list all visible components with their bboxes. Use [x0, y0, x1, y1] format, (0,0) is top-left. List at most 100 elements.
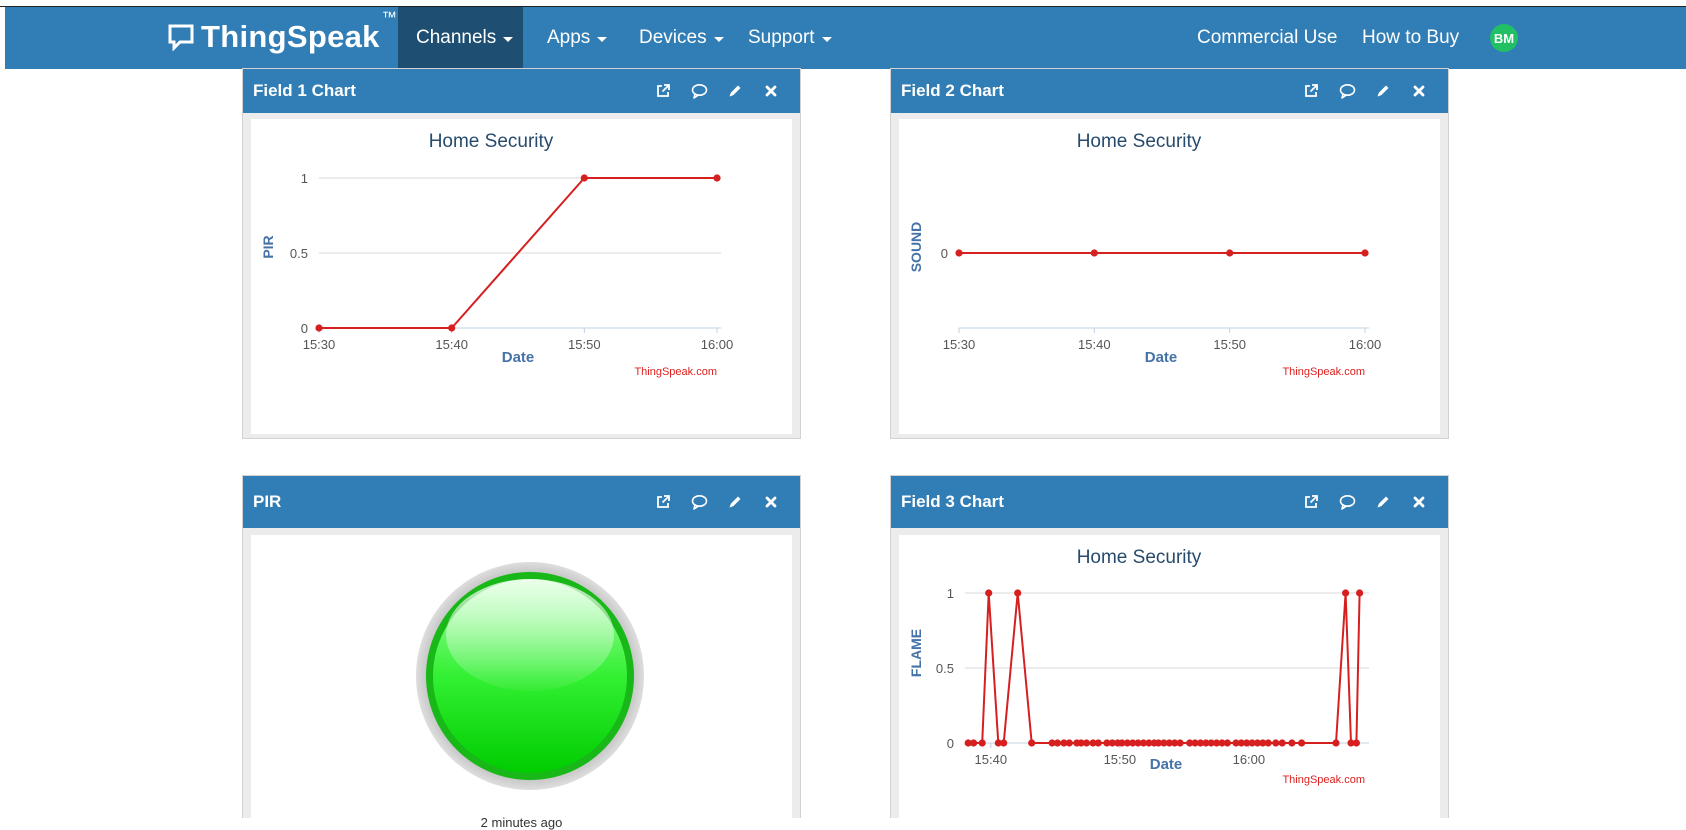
data-point — [1090, 249, 1098, 257]
field1-line-chart: Home Security 0 0.5 1 15:30 15:40 15:50 16:00 Da… — [260, 131, 733, 378]
chart-title: Home Security — [1077, 131, 1202, 152]
field2-line-chart: Home Security 0 15:30 15:40 15:50 16:00 Date SO… — [908, 131, 1382, 378]
chart-credit-link[interactable]: ThingSpeak.com — [1282, 774, 1365, 786]
chart-title: Home Security — [429, 131, 554, 152]
pencil-icon[interactable] — [726, 82, 744, 100]
y-axis-title: FLAME — [908, 629, 924, 677]
x-tick-label: 15:50 — [568, 337, 601, 352]
nav-devices-label: Devices — [639, 27, 707, 48]
x-tick-label: 15:50 — [1104, 752, 1137, 767]
data-point — [1264, 739, 1272, 747]
y-tick-label: 1 — [301, 171, 308, 186]
y-tick-label: 0.5 — [290, 246, 308, 261]
chart-area: Home Security 0 0.5 1 15:40 15:50 16:00 Date FLA… — [899, 535, 1440, 818]
data-point — [1226, 249, 1234, 257]
y-tick-label: 0 — [947, 736, 954, 751]
close-icon[interactable] — [1410, 82, 1428, 100]
close-icon[interactable] — [762, 493, 780, 511]
data-point — [1361, 249, 1369, 257]
chart-area: Home Security 0 15:30 15:40 15:50 16:00 Date SO… — [899, 119, 1440, 434]
nav-apps[interactable]: Apps — [529, 7, 625, 69]
nav-apps-label: Apps — [547, 27, 591, 48]
y-axis-title: PIR — [260, 235, 276, 258]
chart-credit-link[interactable]: ThingSpeak.com — [634, 366, 717, 378]
field2-chart-panel: Field 2 Chart Home Security 0 15:30 15:40 15… — [890, 68, 1449, 439]
data-point — [1356, 589, 1364, 597]
x-tick-label: 15:30 — [303, 337, 336, 352]
x-tick-label: 16:00 — [1349, 337, 1382, 352]
x-axis-title: Date — [502, 349, 535, 366]
nav-channels[interactable]: Channels — [398, 7, 523, 69]
panel-title: PIR — [253, 492, 282, 511]
panel-tools — [1302, 69, 1428, 113]
x-tick-label: 15:40 — [1078, 337, 1111, 352]
nav-devices[interactable]: Devices — [621, 7, 742, 69]
comment-icon[interactable] — [690, 493, 708, 511]
comment-icon[interactable] — [1338, 493, 1356, 511]
data-point — [978, 739, 986, 747]
panel-header: Field 2 Chart — [891, 69, 1448, 113]
pencil-icon[interactable] — [1374, 82, 1392, 100]
data-point — [1342, 589, 1350, 597]
data-point — [1332, 739, 1340, 747]
data-point — [448, 324, 456, 332]
data-point — [1352, 739, 1360, 747]
nav-how-to-buy[interactable]: How to Buy — [1344, 7, 1477, 69]
data-point — [315, 324, 323, 332]
speech-bubble-logo-icon — [167, 23, 195, 51]
field3-line-chart: Home Security 0 0.5 1 15:40 15:50 16:00 Date FLA… — [908, 547, 1369, 786]
user-avatar[interactable]: BM — [1490, 24, 1518, 52]
data-point — [1094, 739, 1102, 747]
panel-header: Field 3 Chart — [891, 476, 1448, 528]
window-top-border — [0, 0, 1686, 7]
chart-credit-link[interactable]: ThingSpeak.com — [1282, 366, 1365, 378]
data-point — [1223, 739, 1231, 747]
pencil-icon[interactable] — [1374, 493, 1392, 511]
chevron-down-icon — [503, 36, 514, 42]
close-icon[interactable] — [1410, 493, 1428, 511]
x-tick-label: 15:50 — [1213, 337, 1246, 352]
field3-chart-panel: Field 3 Chart Home Security 0 0.5 1 15:40 15:… — [890, 475, 1449, 818]
nav-channels-label: Channels — [416, 27, 497, 48]
data-point — [1278, 739, 1286, 747]
y-tick-label: 0.5 — [936, 661, 954, 676]
y-tick-label: 0 — [301, 321, 308, 336]
lamp-area: 2 minutes ago — [251, 535, 792, 830]
data-point — [1065, 739, 1073, 747]
panel-tools — [654, 476, 780, 528]
external-link-icon[interactable] — [654, 82, 672, 100]
x-tick-label: 15:40 — [435, 337, 468, 352]
chevron-down-icon — [821, 36, 832, 42]
field1-chart-panel: Field 1 Chart Home Security 0 0.5 1 15:30 15:… — [242, 68, 801, 439]
comment-icon[interactable] — [690, 82, 708, 100]
panel-title: Field 2 Chart — [901, 81, 1004, 100]
y-tick-label: 1 — [947, 586, 954, 601]
panel-title: Field 3 Chart — [901, 492, 1004, 511]
external-link-icon[interactable] — [654, 493, 672, 511]
nav-commercial-use-label: Commercial Use — [1197, 27, 1338, 48]
data-point — [985, 589, 993, 597]
data-point — [1000, 739, 1008, 747]
chevron-down-icon — [713, 36, 724, 42]
panel-header: Field 1 Chart — [243, 69, 800, 113]
external-link-icon[interactable] — [1302, 82, 1320, 100]
data-point — [1082, 739, 1091, 747]
x-tick-label: 16:00 — [1233, 752, 1266, 767]
data-point — [580, 174, 588, 182]
thingspeak-logo[interactable]: ThingSpeak™ — [167, 9, 397, 55]
nav-commercial-use[interactable]: Commercial Use — [1179, 7, 1355, 69]
nav-support-label: Support — [748, 27, 815, 48]
data-point — [1288, 739, 1296, 747]
pencil-icon[interactable] — [726, 493, 744, 511]
data-point — [1053, 739, 1062, 747]
comment-icon[interactable] — [1338, 82, 1356, 100]
panel-tools — [1302, 476, 1428, 528]
x-tick-label: 15:40 — [975, 752, 1008, 767]
external-link-icon[interactable] — [1302, 493, 1320, 511]
close-icon[interactable] — [762, 82, 780, 100]
chart-title: Home Security — [1077, 547, 1202, 568]
top-navbar: ThingSpeak™ Channels Apps Devices Suppor… — [5, 7, 1686, 69]
x-axis-title: Date — [1150, 756, 1183, 773]
data-point — [1014, 589, 1022, 597]
nav-support[interactable]: Support — [730, 7, 850, 69]
